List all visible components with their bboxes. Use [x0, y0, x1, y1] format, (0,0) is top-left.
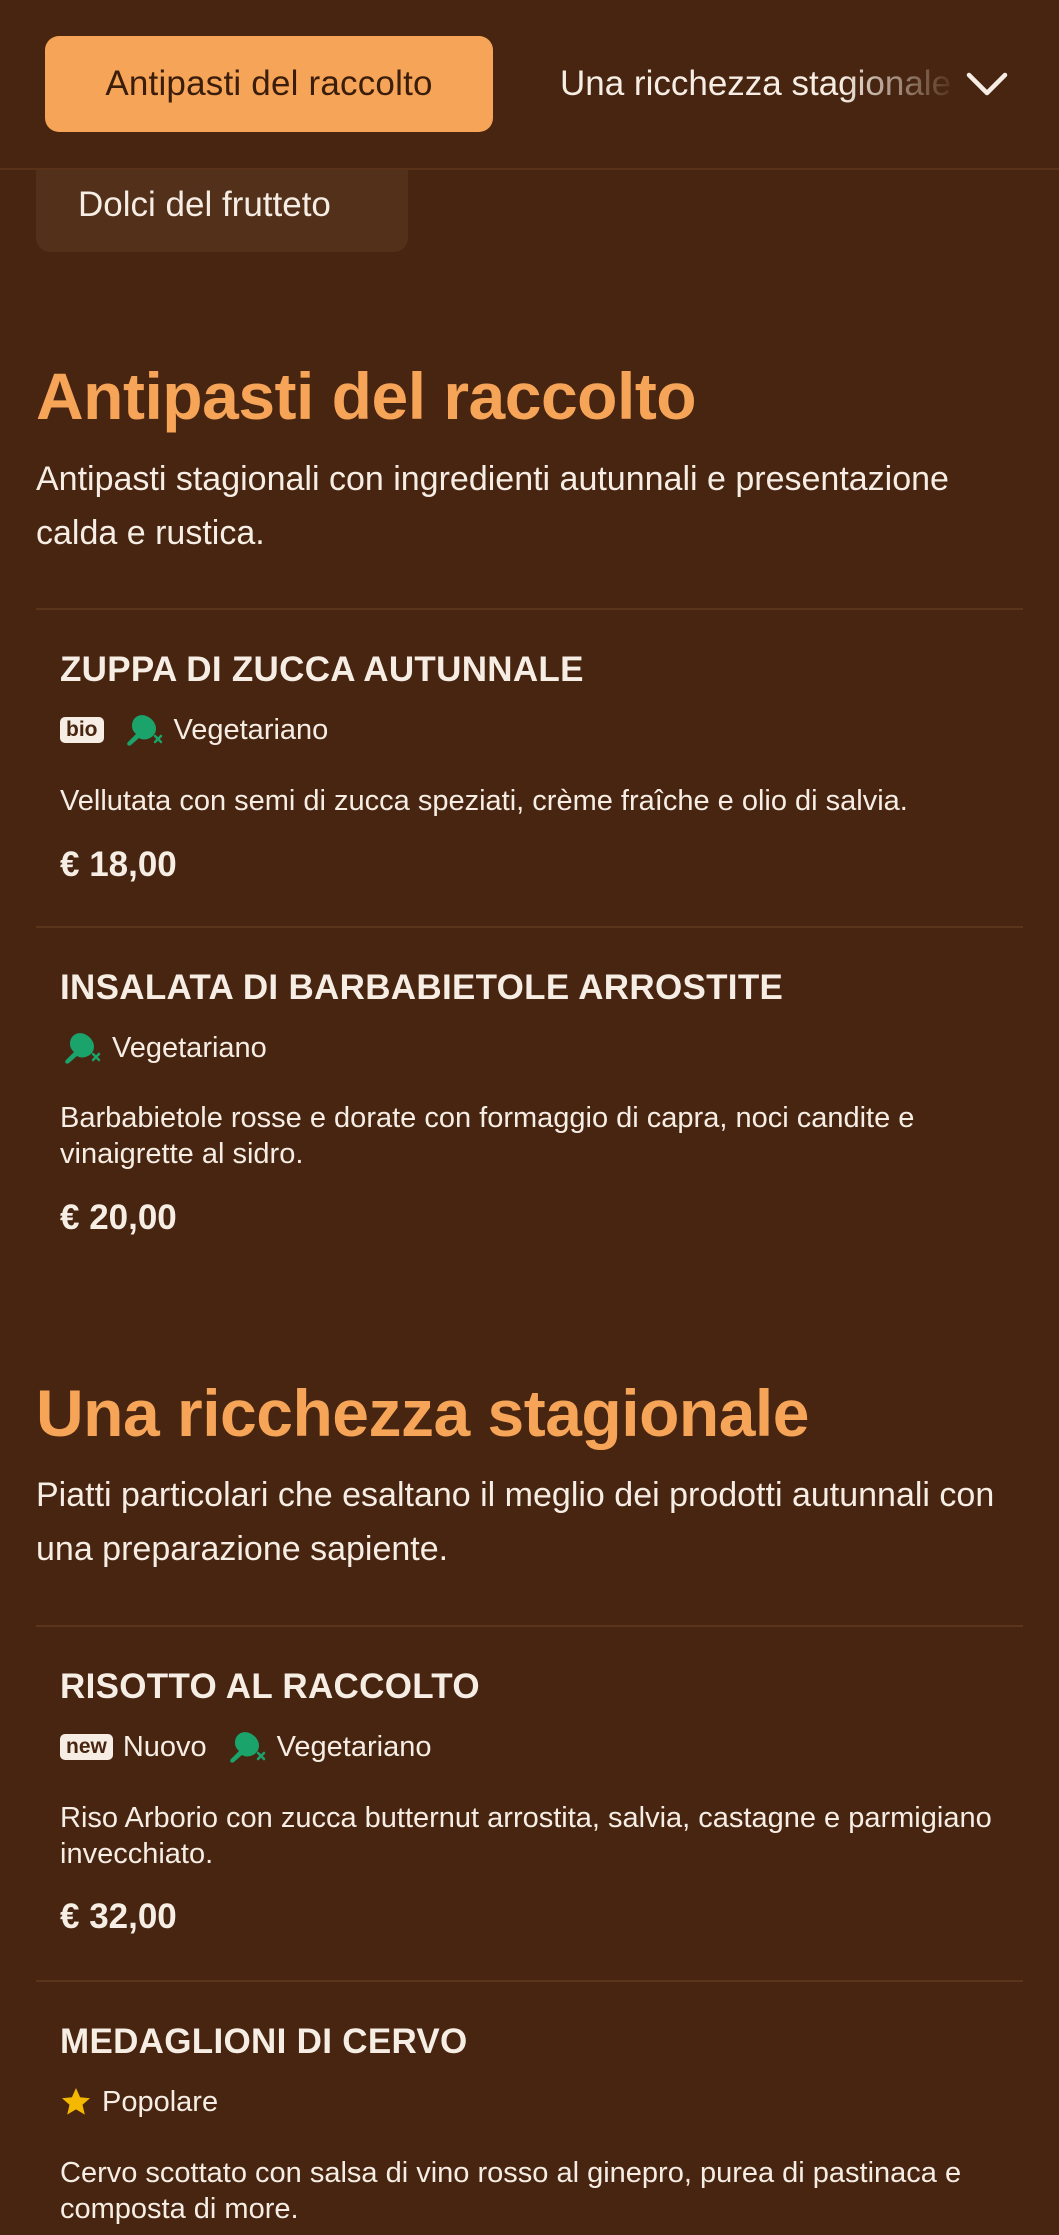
- section-description: Antipasti stagionali con ingredienti aut…: [36, 460, 949, 552]
- divider: [36, 608, 1023, 610]
- item-name: MEDAGLIONI DI CERVO: [60, 2022, 468, 2061]
- tab-antipasti-del-raccolto[interactable]: Antipasti del raccolto: [45, 36, 493, 132]
- item-price: € 18,00: [60, 845, 177, 884]
- chevron-down-icon[interactable]: [960, 60, 1014, 108]
- item-description: Barbabietole rosse e dorate con formaggi…: [60, 1102, 915, 1170]
- popular-label: Popolare: [102, 2085, 219, 2118]
- vegetarian-label: Vegetariano: [112, 1031, 267, 1064]
- divider: [36, 926, 1023, 928]
- item-description: Cervo scottato con salsa di vino rosso a…: [60, 2157, 962, 2225]
- vegetarian-label: Vegetariano: [173, 713, 329, 746]
- item-price: € 32,00: [60, 1897, 177, 1936]
- vegetarian-label: Vegetariano: [276, 1730, 432, 1763]
- item-tags: Popolare: [60, 2082, 226, 2122]
- item-tags: Vegetariano: [60, 1028, 275, 1068]
- vegetarian-drumstick-icon: [65, 1033, 101, 1064]
- section-title: Una ricchezza stagionale: [36, 1376, 809, 1450]
- divider: [36, 1625, 1023, 1627]
- item-tags: bio Vegetariano: [60, 710, 336, 750]
- menu-page: Antipasti del raccolto Una ricchezza sta…: [0, 0, 1059, 2235]
- vegetarian-drumstick-icon: [229, 1732, 265, 1763]
- item-description: Vellutata con semi di zucca speziati, cr…: [60, 785, 908, 817]
- new-label: Nuovo: [122, 1730, 207, 1763]
- vegetarian-drumstick-icon: [126, 715, 162, 746]
- tab-una-ricchezza-stagionale[interactable]: Una ricchezza stagionale: [560, 36, 960, 132]
- item-tags: new Nuovo Vegetariano: [60, 1727, 439, 1767]
- new-badge: new: [60, 1734, 113, 1760]
- item-description: Riso Arborio con zucca butternut arrosti…: [60, 1802, 992, 1870]
- item-name: INSALATA DI BARBABIETOLE ARROSTITE: [60, 968, 784, 1007]
- section-title: Antipasti del raccolto: [36, 359, 697, 433]
- section-description: Piatti particolari che esaltano il megli…: [36, 1476, 995, 1568]
- bio-badge: bio: [60, 717, 104, 743]
- divider: [36, 1980, 1023, 1982]
- item-name: ZUPPA DI ZUCCA AUTUNNALE: [60, 650, 584, 689]
- item-name: RISOTTO AL RACCOLTO: [60, 1667, 480, 1706]
- category-tab-bar: Antipasti del raccolto Una ricchezza sta…: [0, 0, 1059, 170]
- star-icon: [62, 2088, 90, 2115]
- item-price: € 20,00: [60, 1198, 177, 1237]
